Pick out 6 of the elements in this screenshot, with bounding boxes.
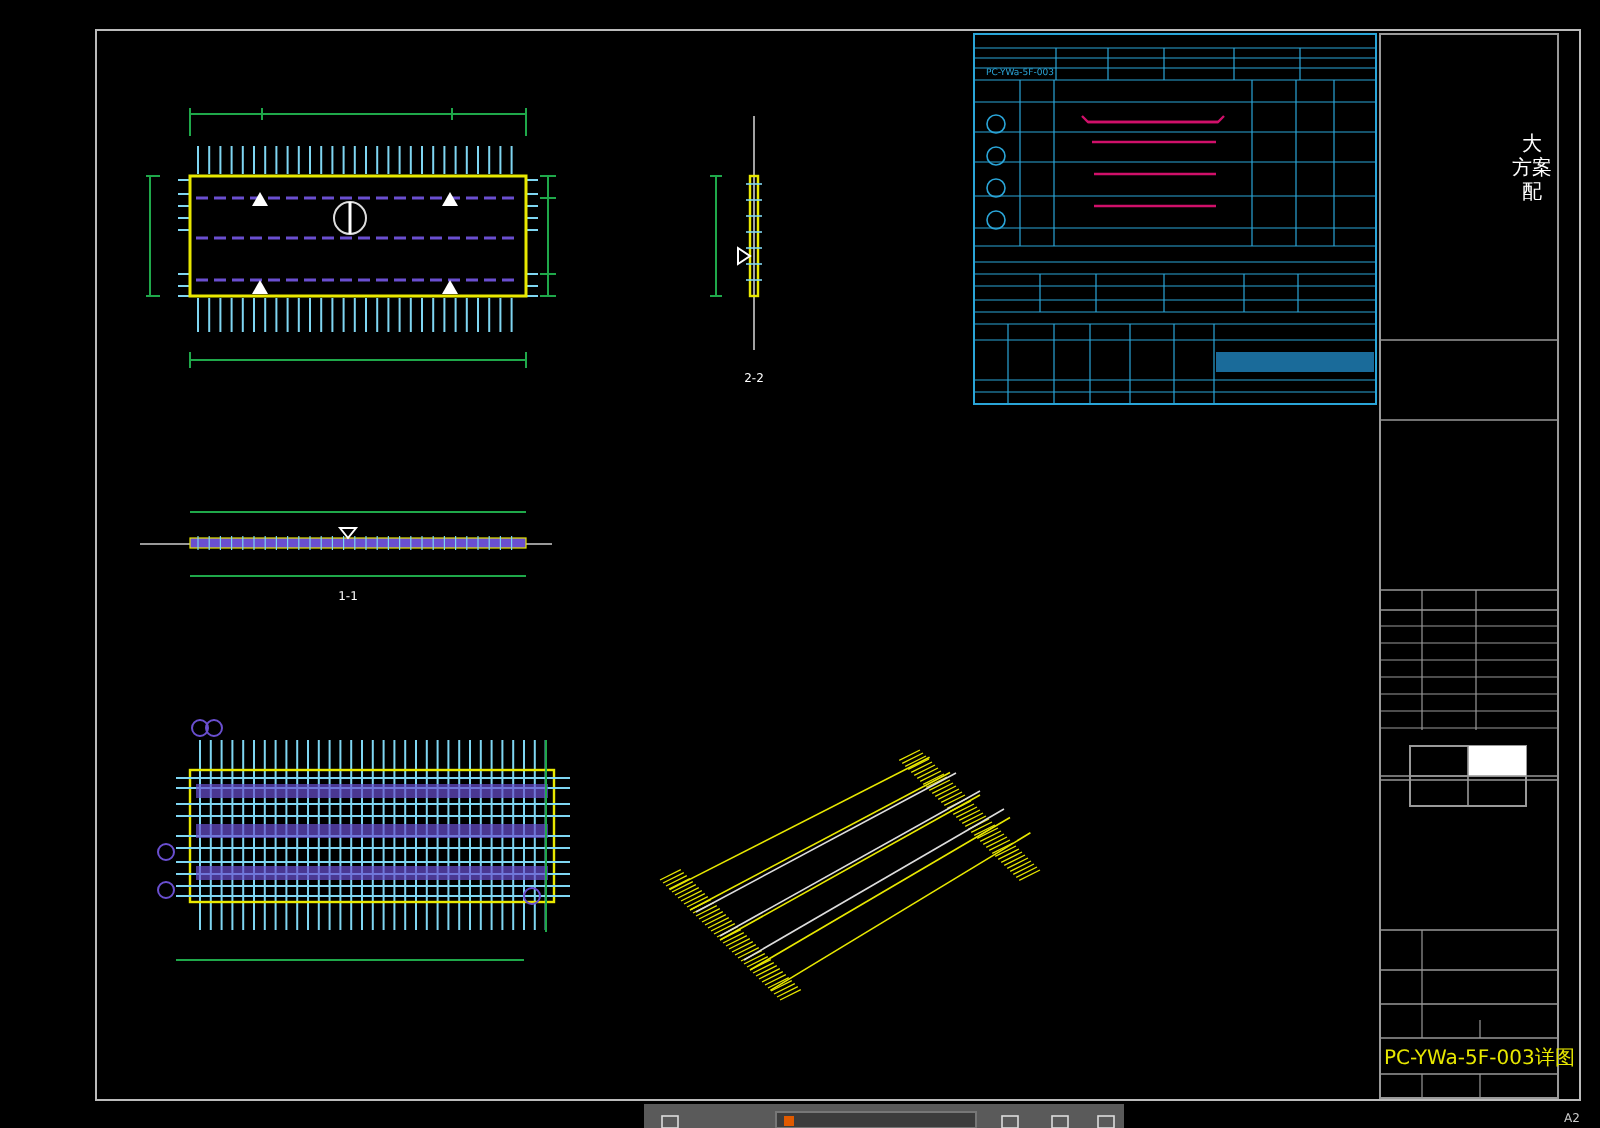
key-map-drawing [1409, 745, 1527, 807]
title-text: 配 [1522, 182, 1542, 204]
layer-dropdown[interactable] [775, 1111, 977, 1128]
title-text: 方案 [1512, 158, 1552, 180]
title-text: 大 [1522, 134, 1542, 156]
layer-color-icon [784, 1116, 794, 1126]
